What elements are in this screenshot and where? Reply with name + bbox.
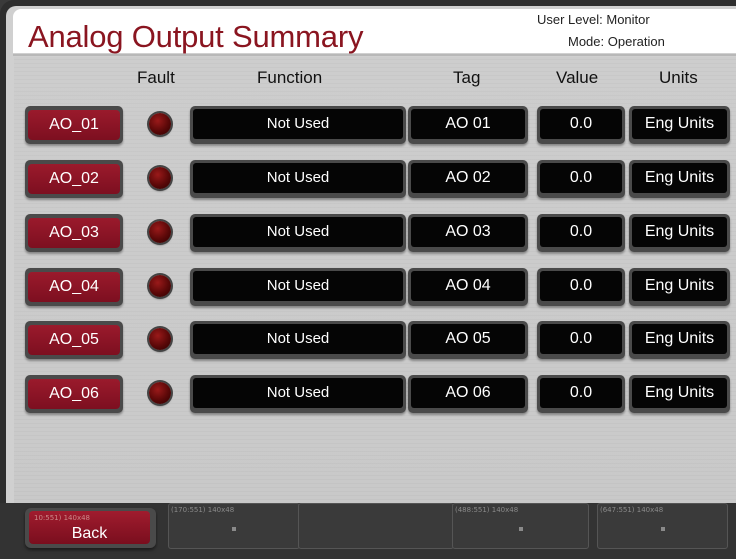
hmi-screen: Analog Output Summary User Level: Monito… <box>0 0 736 559</box>
value-text: 0.0 <box>540 271 622 301</box>
function-display: Not Used <box>190 106 406 144</box>
ao-05-button[interactable]: AO_05 <box>25 321 123 359</box>
table-row: AO_04 Not Used AO 04 0.0 Eng Units <box>0 267 736 311</box>
column-header-fault: Fault <box>137 68 175 87</box>
function-display: Not Used <box>190 214 406 252</box>
table-row: AO_03 Not Used AO 03 0.0 Eng Units <box>0 213 736 257</box>
units-display: Eng Units <box>629 375 730 413</box>
units-text: Eng Units <box>632 217 727 247</box>
function-text: Not Used <box>193 217 403 247</box>
ao-01-button[interactable]: AO_01 <box>25 106 123 144</box>
tag-display: AO 04 <box>408 268 528 306</box>
placeholder-icon <box>232 527 236 531</box>
footer-slot-1[interactable]: (170:551) 140x48 <box>168 503 300 549</box>
tag-text: AO 06 <box>411 378 525 408</box>
footer-slot-2[interactable]: (488:551) 140x48 <box>452 503 589 549</box>
ao-06-button[interactable]: AO_06 <box>25 375 123 413</box>
column-header-units: Units <box>659 68 698 87</box>
header-divider <box>13 54 736 56</box>
tag-display: AO 02 <box>408 160 528 198</box>
ao-button-label: AO_01 <box>28 110 120 140</box>
page-title: Analog Output Summary <box>28 19 364 54</box>
function-text: Not Used <box>193 378 403 408</box>
placeholder-icon <box>519 527 523 531</box>
column-header-value: Value <box>556 68 599 87</box>
tag-display: AO 05 <box>408 321 528 359</box>
footer-slot-3[interactable]: (647:551) 140x48 <box>597 503 728 549</box>
value-display: 0.0 <box>537 375 625 413</box>
value-display: 0.0 <box>537 268 625 306</box>
value-display: 0.0 <box>537 160 625 198</box>
tag-text: AO 05 <box>411 324 525 354</box>
back-button-face: 10:551) 140x48 Back <box>29 511 150 544</box>
value-text: 0.0 <box>540 217 622 247</box>
units-text: Eng Units <box>632 324 727 354</box>
slot-caption: (647:551) 140x48 <box>600 506 664 514</box>
tag-text: AO 04 <box>411 271 525 301</box>
fault-indicator-icon <box>149 221 171 243</box>
function-text: Not Used <box>193 109 403 139</box>
column-header-function: Function <box>257 68 323 87</box>
tag-display: AO 01 <box>408 106 528 144</box>
slot-caption: (488:551) 140x48 <box>455 506 519 514</box>
ao-button-label: AO_03 <box>28 218 120 248</box>
function-display: Not Used <box>190 268 406 306</box>
ao-04-button[interactable]: AO_04 <box>25 268 123 306</box>
back-button-caption: 10:551) 140x48 <box>34 514 90 522</box>
function-display: Not Used <box>190 160 406 198</box>
fault-indicator-icon <box>149 113 171 135</box>
table-row: AO_02 Not Used AO 02 0.0 Eng Units <box>0 159 736 203</box>
column-header-tag: Tag <box>453 68 481 87</box>
units-text: Eng Units <box>632 163 727 193</box>
user-level-text: User Level: Monitor <box>537 12 650 27</box>
fault-indicator-icon <box>149 382 171 404</box>
fault-indicator-icon <box>149 167 171 189</box>
ao-03-button[interactable]: AO_03 <box>25 214 123 252</box>
function-display: Not Used <box>190 321 406 359</box>
placeholder-icon <box>661 527 665 531</box>
tag-display: AO 03 <box>408 214 528 252</box>
tag-text: AO 03 <box>411 217 525 247</box>
value-display: 0.0 <box>537 106 625 144</box>
units-display: Eng Units <box>629 214 730 252</box>
table-row: AO_06 Not Used AO 06 0.0 Eng Units <box>0 374 736 418</box>
function-display: Not Used <box>190 375 406 413</box>
units-display: Eng Units <box>629 321 730 359</box>
value-text: 0.0 <box>540 109 622 139</box>
function-text: Not Used <box>193 163 403 193</box>
back-button-label: Back <box>71 525 108 542</box>
footer-slot-blank <box>298 503 454 549</box>
ao-button-label: AO_05 <box>28 325 120 355</box>
ao-button-label: AO_06 <box>28 379 120 409</box>
value-display: 0.0 <box>537 321 625 359</box>
mode-text: Mode: Operation <box>568 34 665 49</box>
back-button[interactable]: 10:551) 140x48 Back <box>25 508 156 548</box>
units-display: Eng Units <box>629 268 730 306</box>
value-text: 0.0 <box>540 324 622 354</box>
value-text: 0.0 <box>540 378 622 408</box>
fault-indicator-icon <box>149 328 171 350</box>
function-text: Not Used <box>193 271 403 301</box>
ao-button-label: AO_02 <box>28 164 120 194</box>
table-row: AO_05 Not Used AO 05 0.0 Eng Units <box>0 320 736 364</box>
tag-text: AO 02 <box>411 163 525 193</box>
units-text: Eng Units <box>632 109 727 139</box>
function-text: Not Used <box>193 324 403 354</box>
header-bar: Analog Output Summary User Level: Monito… <box>13 9 736 54</box>
ao-button-label: AO_04 <box>28 272 120 302</box>
value-display: 0.0 <box>537 214 625 252</box>
tag-text: AO 01 <box>411 109 525 139</box>
units-display: Eng Units <box>629 106 730 144</box>
units-display: Eng Units <box>629 160 730 198</box>
units-text: Eng Units <box>632 271 727 301</box>
slot-caption: (170:551) 140x48 <box>171 506 235 514</box>
table-row: AO_01 Not Used AO 01 0.0 Eng Units <box>0 105 736 149</box>
value-text: 0.0 <box>540 163 622 193</box>
fault-indicator-icon <box>149 275 171 297</box>
tag-display: AO 06 <box>408 375 528 413</box>
units-text: Eng Units <box>632 378 727 408</box>
ao-02-button[interactable]: AO_02 <box>25 160 123 198</box>
